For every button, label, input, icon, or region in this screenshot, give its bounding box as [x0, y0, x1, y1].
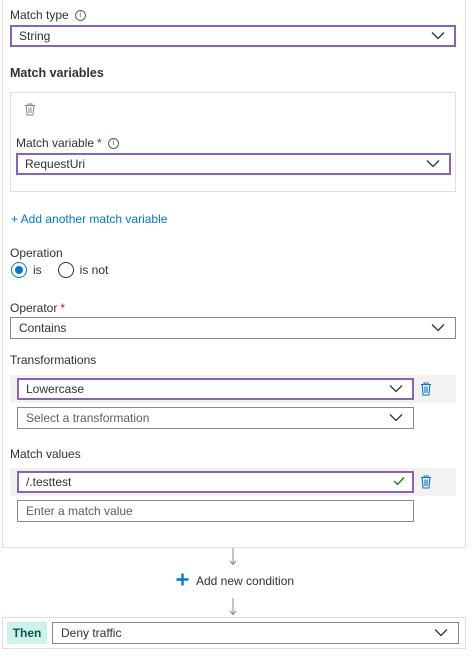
trash-icon[interactable] — [420, 382, 432, 396]
add-match-variable-link[interactable]: + Add another match variable — [11, 212, 167, 226]
chevron-down-icon — [426, 159, 442, 169]
match-value-input-empty[interactable]: Enter a match value — [17, 500, 414, 522]
info-icon[interactable]: i — [74, 9, 86, 21]
connector-arrow-icon — [229, 598, 237, 616]
then-action-value: Deny traffic — [61, 626, 122, 640]
required-mark: * — [60, 301, 66, 315]
match-variable-value: RequestUri — [25, 157, 86, 171]
trash-icon[interactable] — [24, 103, 36, 116]
chevron-down-icon — [431, 323, 447, 333]
chevron-down-icon — [389, 384, 405, 394]
match-variables-title: Match variables — [10, 66, 104, 80]
radio-is-label: is — [33, 263, 42, 277]
match-variable-label-text: Match variable — [16, 136, 95, 150]
operation-label: Operation — [10, 246, 63, 260]
match-value-placeholder: Enter a match value — [26, 504, 133, 518]
transformation-selected-value: Lowercase — [26, 382, 85, 396]
transformation-dropdown-empty[interactable]: Select a transformation — [17, 407, 414, 429]
match-values-label: Match values — [10, 447, 81, 461]
radio-is[interactable]: is — [11, 262, 42, 278]
match-variable-dropdown[interactable]: RequestUri — [16, 153, 451, 175]
transformation-placeholder: Select a transformation — [26, 411, 150, 425]
radio-is-not-circle[interactable] — [57, 262, 74, 278]
match-type-label: Match type i — [10, 8, 86, 22]
match-value-text: /.testtest — [26, 475, 72, 489]
operator-value: Contains — [19, 321, 67, 335]
plus-icon — [176, 573, 189, 589]
trash-icon[interactable] — [420, 475, 432, 489]
operation-radio-group: is is not — [11, 262, 118, 278]
connector-arrow-icon — [229, 548, 237, 566]
chevron-down-icon — [434, 628, 450, 638]
then-badge: Then — [7, 622, 47, 644]
operator-label: Operator * — [10, 301, 65, 315]
radio-is-not[interactable]: is not — [57, 262, 109, 278]
operator-dropdown[interactable]: Contains — [10, 317, 456, 339]
radio-is-not-label: is not — [79, 263, 109, 277]
transformations-label: Transformations — [10, 353, 97, 367]
add-new-condition-button[interactable]: Add new condition — [176, 573, 294, 589]
match-variable-label: Match variable * i — [16, 136, 119, 150]
chevron-down-icon — [431, 31, 447, 41]
match-value-input-filled[interactable]: /.testtest — [17, 471, 414, 493]
info-icon[interactable]: i — [107, 137, 119, 149]
then-action-dropdown[interactable]: Deny traffic — [52, 622, 459, 644]
operator-label-text: Operator — [10, 301, 58, 315]
match-type-value: String — [19, 29, 51, 43]
chevron-down-icon — [389, 413, 405, 423]
transformation-dropdown-selected[interactable]: Lowercase — [17, 378, 414, 400]
required-mark: * — [97, 136, 102, 150]
add-new-condition-label: Add new condition — [196, 574, 295, 588]
checkmark-icon — [393, 475, 405, 489]
match-type-dropdown[interactable]: String — [10, 25, 456, 47]
radio-is-circle[interactable] — [11, 262, 27, 278]
match-type-label-text: Match type — [10, 8, 69, 22]
